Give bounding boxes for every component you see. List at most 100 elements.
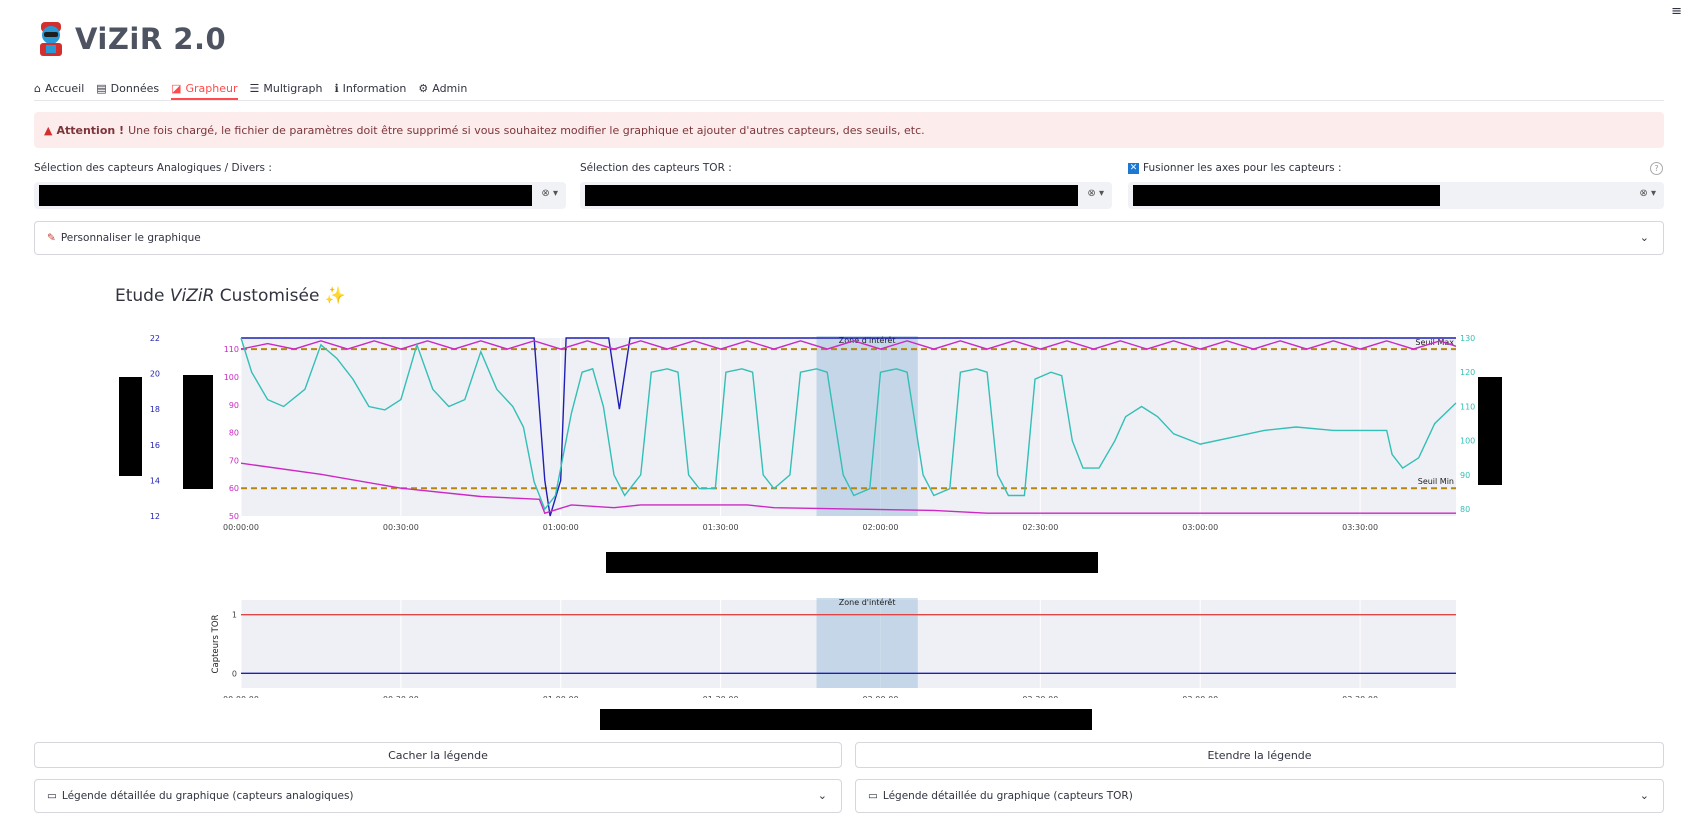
tab-multigraph[interactable]: ☰ Multigraph bbox=[250, 78, 323, 98]
analog-sensors-chart[interactable]: 00:00:00 00:30:00 01:00:00 01:30:00 02:00:00… bbox=[0, 330, 1688, 540]
y-tick-label: 80 bbox=[229, 429, 239, 438]
y-tick-label: 1 bbox=[232, 611, 237, 620]
merge-checkbox-icon[interactable]: ✕ bbox=[1128, 162, 1139, 174]
tor-sensors-chart[interactable]: 00:00:00 00:30:00 01:00:00 01:30:00 02:00:00… bbox=[0, 596, 1688, 698]
tab-label: Admin bbox=[432, 81, 468, 95]
alert-title: Attention ! bbox=[56, 123, 125, 137]
y-tick-label: 0 bbox=[232, 669, 237, 678]
customize-chart-expander[interactable]: ✎ Personnaliser le graphique ⌄ bbox=[34, 221, 1664, 255]
y-tick-label: 12 bbox=[150, 512, 160, 521]
tab-accueil[interactable]: ⌂ Accueil bbox=[34, 78, 84, 98]
main-tabs: ⌂ Accueil ▤ Données ◪ Grapheur ☰ Multigraph ℹ Inf… bbox=[34, 78, 479, 100]
tab-label: Données bbox=[110, 81, 160, 95]
clear-chevron-icon[interactable]: ⊗ ▾ bbox=[541, 188, 558, 199]
warning-alert: ▲ Attention ! Une fois chargé, le fichie… bbox=[34, 112, 1664, 148]
tab-donn-es[interactable]: ▤ Données bbox=[96, 78, 159, 98]
tab-label: Information bbox=[342, 81, 407, 95]
y-tick-label: 20 bbox=[150, 370, 160, 379]
info-icon: ℹ bbox=[334, 81, 339, 95]
tor-legend-expander[interactable]: ▭ Légende détaillée du graphique (capteu… bbox=[855, 779, 1664, 813]
tor-sensors-select[interactable]: ⊗ ▾ bbox=[580, 182, 1112, 209]
y-axis-label: Capteurs TOR bbox=[211, 614, 221, 673]
x-tick-label: 00:30:00 bbox=[383, 523, 419, 532]
x-tick-label: 03:00:00 bbox=[1182, 695, 1218, 698]
y-tick-label: 120 bbox=[1460, 368, 1475, 377]
x-tick-label: 02:00:00 bbox=[863, 695, 899, 698]
redacted-x-label bbox=[600, 709, 1092, 730]
x-tick-label: 00:30:00 bbox=[383, 695, 419, 698]
chevron-down-icon: ⌄ bbox=[817, 789, 827, 802]
redacted-value bbox=[39, 185, 532, 206]
merge-axes-label: ✕ Fusionner les axes pour les capteurs : bbox=[1128, 162, 1342, 174]
x-tick-label: 02:30:00 bbox=[1022, 523, 1058, 532]
y-tick-label: 130 bbox=[1460, 334, 1475, 343]
x-tick-label: 00:00:00 bbox=[223, 523, 259, 532]
x-tick-label: 02:30:00 bbox=[1022, 695, 1058, 698]
data-icon: ▤ bbox=[96, 81, 107, 95]
tab-label: Accueil bbox=[44, 81, 85, 95]
zone-of-interest bbox=[816, 598, 918, 688]
extend-legend-button[interactable]: Etendre la légende bbox=[855, 742, 1664, 768]
hide-legend-button[interactable]: Cacher la légende bbox=[34, 742, 842, 768]
chevron-down-icon: ⌄ bbox=[1639, 231, 1649, 244]
tab-label: Grapheur bbox=[185, 81, 238, 95]
y-tick-label: 90 bbox=[229, 401, 239, 410]
y-tick-label: 90 bbox=[1460, 471, 1470, 480]
chevron-down-icon: ⌄ bbox=[1639, 789, 1649, 802]
analog-sensors-label: Sélection des capteurs Analogiques / Div… bbox=[34, 162, 272, 174]
redacted-value bbox=[585, 185, 1078, 206]
tabs-divider bbox=[34, 100, 1664, 101]
analog-legend-expander[interactable]: ▭ Légende détaillée du graphique (capteu… bbox=[34, 779, 842, 813]
redacted-x-label bbox=[606, 552, 1098, 573]
admin-icon: ⚙ bbox=[418, 81, 429, 95]
y-tick-label: 50 bbox=[229, 512, 239, 521]
redacted-axis-label bbox=[1478, 377, 1502, 485]
y-tick-label: 60 bbox=[229, 484, 239, 493]
tab-grapheur[interactable]: ◪ Grapheur bbox=[171, 78, 238, 100]
pencil-icon: ✎ bbox=[47, 232, 56, 244]
y-tick-label: 70 bbox=[229, 456, 239, 465]
app-title: ViZiR 2.0 bbox=[75, 22, 227, 56]
x-tick-label: 01:30:00 bbox=[703, 523, 739, 532]
tab-admin[interactable]: ⚙ Admin bbox=[418, 78, 467, 98]
y-tick-label: 16 bbox=[150, 441, 160, 450]
x-tick-label: 02:00:00 bbox=[863, 523, 899, 532]
alert-text: Une fois chargé, le fichier de paramètre… bbox=[128, 123, 925, 137]
x-tick-label: 03:30:00 bbox=[1342, 695, 1378, 698]
book-icon: ▭ bbox=[868, 790, 878, 802]
threshold-label: Seuil Min bbox=[1418, 477, 1454, 486]
help-icon[interactable]: ? bbox=[1650, 162, 1663, 175]
clear-chevron-icon[interactable]: ⊗ ▾ bbox=[1639, 188, 1656, 199]
x-tick-label: 03:30:00 bbox=[1342, 523, 1378, 532]
tab-information[interactable]: ℹ Information bbox=[334, 78, 406, 98]
tor-sensors-label: Sélection des capteurs TOR : bbox=[580, 162, 732, 174]
redacted-axis-label bbox=[183, 375, 213, 489]
x-tick-label: 01:00:00 bbox=[543, 523, 579, 532]
y-tick-label: 100 bbox=[224, 373, 239, 382]
y-tick-label: 80 bbox=[1460, 505, 1470, 514]
section-title: Etude ViZiR Customisée ✨ bbox=[115, 286, 346, 306]
y-tick-label: 14 bbox=[150, 476, 160, 485]
x-tick-label: 00:00:00 bbox=[223, 695, 259, 698]
chart-icon: ◪ bbox=[171, 81, 182, 95]
redacted-value bbox=[1133, 185, 1440, 206]
x-tick-label: 01:00:00 bbox=[543, 695, 579, 698]
main-menu-icon[interactable]: ≡ bbox=[1671, 4, 1682, 19]
sparkles-icon: ✨ bbox=[324, 286, 346, 306]
analog-sensors-select[interactable]: ⊗ ▾ bbox=[34, 182, 566, 209]
y-tick-label: 100 bbox=[1460, 437, 1475, 446]
alert-icon: ▲ bbox=[44, 123, 53, 137]
y-tick-label: 18 bbox=[150, 405, 160, 414]
clear-chevron-icon[interactable]: ⊗ ▾ bbox=[1087, 188, 1104, 199]
list-icon: ☰ bbox=[249, 81, 260, 95]
redacted-axis-label bbox=[119, 377, 142, 476]
x-tick-label: 03:00:00 bbox=[1182, 523, 1218, 532]
zone-label: Zone d'intérêt bbox=[839, 597, 896, 607]
home-icon: ⌂ bbox=[34, 81, 41, 95]
y-tick-label: 110 bbox=[1460, 402, 1475, 411]
app-logo bbox=[40, 22, 62, 56]
x-tick-label: 01:30:00 bbox=[703, 695, 739, 698]
y-tick-label: 22 bbox=[150, 334, 160, 343]
y-tick-label: 110 bbox=[224, 345, 239, 354]
merge-axes-select[interactable]: ⊗ ▾ bbox=[1128, 182, 1664, 209]
